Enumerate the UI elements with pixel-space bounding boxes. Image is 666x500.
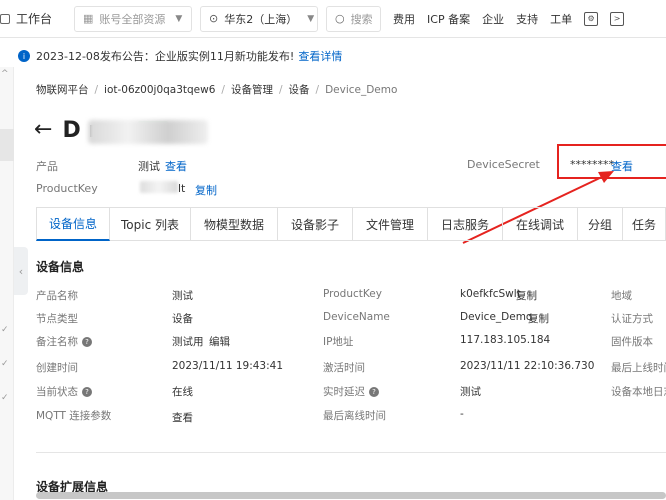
region-label: 地域: [611, 290, 632, 302]
resource-group-select[interactable]: ▦ 账号全部资源 ▼: [74, 5, 193, 32]
productkey-copy-link[interactable]: 复制: [195, 182, 217, 198]
back-arrow-icon[interactable]: ←: [34, 119, 52, 141]
tab-device-shadow[interactable]: 设备影子: [278, 207, 353, 241]
tab-log-service[interactable]: 日志服务: [428, 207, 503, 241]
remark-name-label: 备注名称?: [36, 334, 92, 349]
location-icon: ⊙: [209, 12, 219, 25]
node-type-value: 设备: [172, 313, 193, 325]
product-name-value: 测试: [172, 290, 193, 302]
breadcrumb-item[interactable]: iot-06z00j0qa3tqew6: [104, 84, 215, 96]
devicename-copy-link[interactable]: 复制: [528, 311, 549, 326]
ticket-link[interactable]: 工单: [550, 11, 572, 27]
section-divider: [36, 452, 666, 453]
info-icon: i: [18, 50, 30, 62]
breadcrumb: 物联网平台 / iot-06z00j0qa3tqew6/设备管理 / 设备 / Device…: [36, 84, 398, 96]
auth-method-label: 认证方式: [611, 313, 653, 325]
enterprise-link[interactable]: 企业: [482, 11, 504, 27]
breadcrumb-current: Device_Demo: [325, 84, 398, 96]
created-time-label: 创建时间: [36, 362, 78, 374]
productkey-info-copy-link[interactable]: 复制: [516, 288, 537, 303]
sidebar-collapse-handle[interactable]: ‹: [14, 247, 28, 295]
horizontal-scrollbar[interactable]: [36, 492, 666, 499]
realtime-latency-label: 实时延迟?: [323, 384, 379, 399]
redaction-blur: [88, 119, 209, 144]
top-bar: 工作台 ▦ 账号全部资源 ▼ ⊙ 华东2（上海） ▼ ○ 搜索 费用 ICP 备…: [0, 0, 666, 38]
help-icon[interactable]: ?: [369, 387, 379, 397]
check-icon: ✓: [1, 359, 9, 369]
chevron-down-icon: ▼: [307, 13, 315, 24]
tab-file-management[interactable]: 文件管理: [353, 207, 428, 241]
support-link[interactable]: 支持: [516, 11, 538, 27]
annotation-arrow: [462, 171, 614, 244]
ip-address-label: IP地址: [323, 336, 354, 348]
last-offline-label: 最后离线时间: [323, 410, 386, 422]
devicesecret-label: DeviceSecret: [467, 158, 540, 171]
remark-edit-link[interactable]: 编辑: [209, 334, 230, 349]
latency-test-link[interactable]: 测试: [460, 384, 481, 399]
devicename-value: Device_Demo: [460, 311, 533, 323]
ip-address-value: 117.183.105.184: [460, 334, 551, 346]
tab-group[interactable]: 分组: [578, 207, 623, 241]
productkey-label: ProductKey: [36, 182, 98, 195]
left-sidebar: ^ ✓ ✓ ✓: [0, 67, 14, 500]
region-select[interactable]: ⊙ 华东2（上海） ▼: [200, 5, 319, 32]
announcement-text: 2023-12-08发布公告：企业版实例11月新功能发布!: [36, 50, 295, 63]
last-online-label: 最后上线时间: [611, 362, 666, 374]
productkey-value: lt: [178, 182, 186, 195]
device-info-title: 设备信息: [36, 260, 85, 274]
tab-topic-list[interactable]: Topic 列表: [110, 207, 191, 241]
devicename-label: DeviceName: [323, 311, 390, 323]
announcement-bar: i 2023-12-08发布公告：企业版实例11月新功能发布! 查看详情: [0, 45, 666, 67]
remark-name-value: 测试用: [172, 336, 204, 348]
mqtt-params-label: MQTT 连接参数: [36, 410, 112, 422]
current-status-value: 在线: [172, 386, 193, 398]
tab-device-info[interactable]: 设备信息: [36, 207, 110, 241]
search-icon: ○: [335, 12, 345, 25]
activation-time-value: 2023/11/11 22:10:36.730: [460, 360, 595, 372]
terminal-icon[interactable]: >: [610, 11, 625, 26]
detail-tabs: 设备信息 Topic 列表 物模型数据 设备影子 文件管理 日志服务 在线调试 …: [36, 207, 666, 241]
help-icon[interactable]: ?: [82, 387, 92, 397]
product-name-label: 产品名称: [36, 290, 78, 302]
product-value: 测试: [138, 160, 160, 173]
device-local-log-label: 设备本地日志: [611, 386, 666, 398]
chevron-down-icon: ▼: [175, 13, 183, 24]
product-label: 产品: [36, 160, 58, 173]
firmware-version-label: 固件版本: [611, 336, 653, 348]
redaction-blur: [140, 181, 178, 193]
help-icon[interactable]: ?: [82, 337, 92, 347]
tab-task[interactable]: 任务: [623, 207, 666, 241]
page-title: D mo: [62, 118, 209, 144]
check-icon: ✓: [1, 325, 9, 335]
breadcrumb-item[interactable]: 设备: [289, 84, 310, 96]
created-time-value: 2023/11/11 19:43:41: [172, 360, 284, 372]
announcement-link[interactable]: 查看详情: [298, 48, 342, 64]
last-offline-value: -: [460, 408, 464, 420]
code-icon[interactable]: ⚙: [584, 11, 599, 26]
productkey-info-value: k0efkfcSwlt: [460, 288, 521, 300]
node-type-label: 节点类型: [36, 313, 78, 325]
mqtt-params-view-link[interactable]: 查看: [172, 410, 193, 425]
grid-icon: ▦: [83, 12, 94, 25]
sidebar-selected-item[interactable]: [0, 129, 14, 161]
workbench-icon: [0, 13, 10, 24]
page-header: ← D mo 在线: [34, 114, 209, 146]
breadcrumb-item[interactable]: 物联网平台: [36, 84, 89, 96]
chevron-up-icon[interactable]: ^: [1, 69, 9, 79]
search-input[interactable]: ○ 搜索: [326, 5, 382, 32]
tab-online-debug[interactable]: 在线调试: [503, 207, 578, 241]
icp-link[interactable]: ICP 备案: [427, 11, 470, 27]
workbench-label: 工作台: [16, 12, 53, 26]
product-view-link[interactable]: 查看: [165, 158, 187, 174]
breadcrumb-item[interactable]: 设备管理: [231, 84, 273, 96]
billing-link[interactable]: 费用: [393, 11, 415, 27]
workbench-button[interactable]: 工作台: [0, 0, 60, 38]
activation-time-label: 激活时间: [323, 362, 365, 374]
annotation-highlight-box: [557, 144, 666, 179]
productkey-info-label: ProductKey: [323, 288, 382, 300]
tab-thing-model-data[interactable]: 物模型数据: [191, 207, 278, 241]
current-status-label: 当前状态?: [36, 384, 92, 399]
check-icon: ✓: [1, 393, 9, 403]
